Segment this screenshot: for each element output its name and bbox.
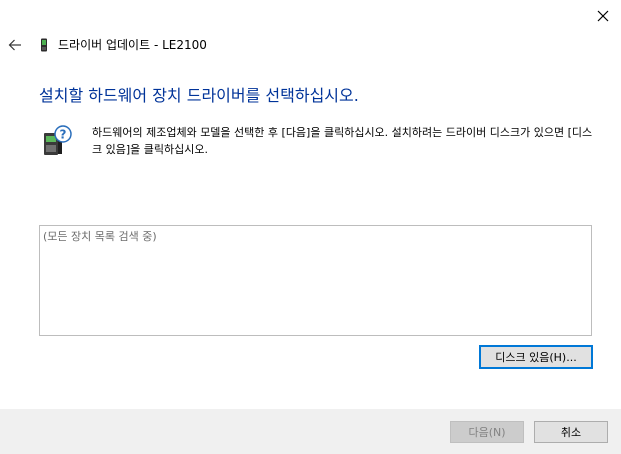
instruction-text: 하드웨어의 제조업체와 모델을 선택한 후 [다음]을 클릭하십시오. 설치하려… <box>92 126 593 156</box>
cancel-button[interactable]: 취소 <box>534 421 608 443</box>
device-list[interactable]: (모든 장치 목록 검색 중) <box>39 225 592 336</box>
page-heading: 설치할 하드웨어 장치 드라이버를 선택하십시오. <box>39 86 359 105</box>
update-driver-dialog: 드라이버 업데이트 - LE2100 설치할 하드웨어 장치 드라이버를 선택하… <box>0 0 621 454</box>
device-icon <box>41 38 47 52</box>
window-title: 드라이버 업데이트 - LE2100 <box>58 38 207 52</box>
next-button[interactable]: 다음(N) <box>450 421 524 443</box>
have-disk-button[interactable]: 디스크 있음(H)... <box>479 345 593 369</box>
svg-text:?: ? <box>60 128 67 142</box>
dialog-footer: 다음(N) 취소 <box>0 409 621 454</box>
device-list-status: (모든 장치 목록 검색 중) <box>43 230 157 243</box>
close-button[interactable] <box>586 2 620 30</box>
hardware-question-icon: ? <box>44 125 72 155</box>
close-icon <box>597 10 609 22</box>
back-arrow-icon <box>8 39 21 51</box>
back-button[interactable] <box>4 34 26 56</box>
